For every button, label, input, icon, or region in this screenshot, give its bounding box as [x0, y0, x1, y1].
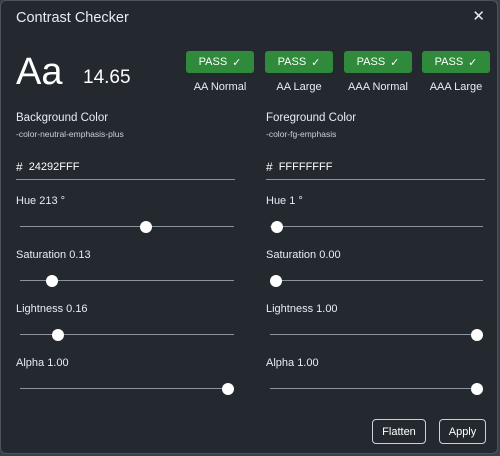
foreground-alpha-label: Alpha 1.00 [266, 357, 319, 369]
background-lightness-slider[interactable] [20, 329, 234, 341]
foreground-hue-slider[interactable] [270, 221, 483, 233]
pass-badge: PASS ✓ [186, 51, 254, 73]
badge-aaa-large: PASS ✓ AAA Large [422, 51, 490, 93]
foreground-hue-label: Hue 1 ° [266, 195, 303, 207]
check-icon: ✓ [232, 56, 242, 69]
foreground-lightness-label: Lightness 1.00 [266, 303, 338, 315]
flatten-button[interactable]: Flatten [372, 419, 426, 444]
slider-thumb[interactable] [46, 275, 59, 287]
hash-icon: # [16, 160, 23, 174]
background-saturation-label: Saturation 0.13 [16, 249, 91, 261]
badge-aaa-normal: PASS ✓ AAA Normal [344, 51, 412, 93]
slider-thumb[interactable] [471, 383, 483, 395]
check-icon: ✓ [311, 56, 321, 69]
background-alpha-slider[interactable] [20, 383, 234, 395]
badge-status: PASS [434, 56, 464, 68]
background-hex-value: 24292FFF [28, 161, 80, 173]
badge-status: PASS [198, 56, 228, 68]
foreground-alpha-slider[interactable] [270, 383, 483, 395]
background-hue-label: Hue 213 ° [16, 195, 66, 207]
background-saturation-slider[interactable] [20, 275, 234, 287]
background-hex-input[interactable]: # 24292FFF [16, 155, 235, 180]
background-hue-slider[interactable] [20, 221, 234, 233]
badge-status: PASS [277, 56, 307, 68]
foreground-hex-value: FFFFFFFF [278, 161, 333, 173]
badge-label: AAA Normal [348, 81, 408, 93]
background-color-token: -color-neutral-emphasis-plus [16, 129, 124, 139]
check-icon: ✓ [390, 56, 400, 69]
pass-badge: PASS ✓ [422, 51, 490, 73]
badge-aa-large: PASS ✓ AA Large [265, 51, 333, 93]
badge-label: AA Normal [193, 81, 247, 93]
background-color-label: Background Color [16, 112, 109, 124]
badge-label: AA Large [276, 81, 322, 93]
background-alpha-label: Alpha 1.00 [16, 357, 69, 369]
pass-badge: PASS ✓ [265, 51, 333, 73]
slider-thumb[interactable] [139, 221, 152, 233]
close-icon[interactable]: ✕ [472, 9, 485, 25]
slider-thumb[interactable] [52, 329, 65, 341]
foreground-lightness-slider[interactable] [270, 329, 483, 341]
dialog-title: Contrast Checker [16, 10, 129, 26]
badge-label: AAA Large [429, 81, 483, 93]
hash-icon: # [266, 160, 273, 174]
check-icon: ✓ [468, 56, 478, 69]
foreground-hex-input[interactable]: # FFFFFFFF [266, 155, 485, 180]
slider-thumb[interactable] [270, 221, 283, 233]
apply-button[interactable]: Apply [439, 419, 486, 444]
foreground-saturation-slider[interactable] [270, 275, 483, 287]
badge-status: PASS [356, 56, 386, 68]
contrast-sample-text: Aa [16, 51, 63, 93]
badge-aa-normal: PASS ✓ AA Normal [186, 51, 254, 93]
foreground-color-token: -color-fg-emphasis [266, 129, 337, 139]
foreground-saturation-label: Saturation 0.00 [266, 249, 341, 261]
contrast-ratio: 14.65 [83, 67, 131, 88]
slider-thumb[interactable] [222, 383, 234, 395]
slider-thumb[interactable] [471, 329, 483, 341]
slider-thumb[interactable] [270, 275, 282, 287]
foreground-color-label: Foreground Color [266, 112, 357, 124]
background-lightness-label: Lightness 0.16 [16, 303, 88, 315]
pass-badge: PASS ✓ [344, 51, 412, 73]
contrast-checker-dialog: Contrast Checker ✕ Aa 14.65 PASS ✓ AA Nor… [0, 0, 498, 454]
